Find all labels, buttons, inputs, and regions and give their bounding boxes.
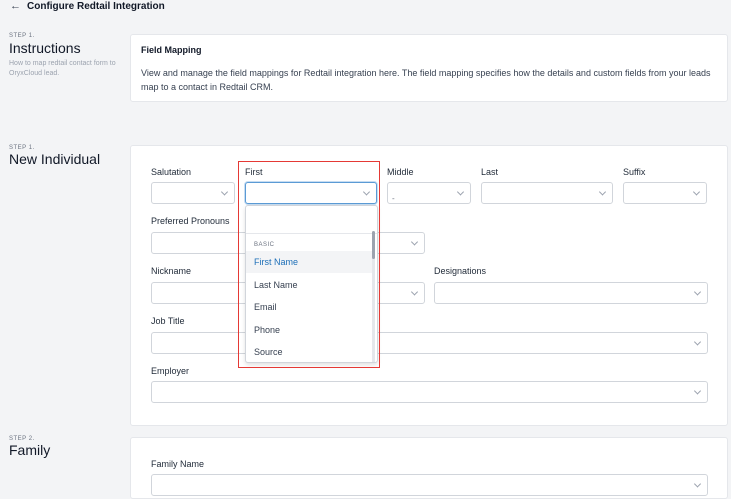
dropdown-search-input[interactable]: [250, 212, 374, 232]
dropdown-option-email[interactable]: Email: [246, 296, 374, 318]
chevron-down-icon: [692, 188, 701, 196]
section-title-instructions: Instructions: [9, 40, 81, 56]
designations-label: Designations: [434, 266, 487, 276]
chevron-down-icon: [693, 338, 702, 346]
dropdown-option-last-name[interactable]: Last Name: [246, 274, 374, 296]
nickname-label: Nickname: [151, 266, 192, 276]
last-label: Last: [481, 167, 499, 177]
job-title-label: Job Title: [151, 316, 185, 326]
designations-select[interactable]: [434, 282, 708, 304]
dropdown-option-source[interactable]: Source: [246, 341, 374, 362]
field-mapping-text: View and manage the field mappings for R…: [141, 68, 711, 92]
field-mapping-title: Field Mapping: [141, 45, 202, 55]
last-select[interactable]: [481, 182, 613, 204]
employer-select[interactable]: [151, 381, 708, 403]
salutation-select[interactable]: [151, 182, 235, 204]
divider: [246, 233, 377, 234]
chevron-down-icon: [362, 188, 371, 196]
dropdown-group-label: BASIC: [254, 242, 275, 248]
family-name-label: Family Name: [151, 459, 205, 469]
chevron-down-icon: [693, 387, 702, 395]
family-name-select[interactable]: [151, 474, 708, 496]
dropdown-scrollbar-track[interactable]: [372, 251, 375, 362]
employer-label: Employer: [151, 366, 190, 376]
suffix-label: Suffix: [623, 167, 646, 177]
middle-label: Middle: [387, 167, 414, 177]
dropdown-option-phone[interactable]: Phone: [246, 319, 374, 341]
preferred-pronouns-label: Preferred Pronouns: [151, 216, 230, 226]
salutation-label: Salutation: [151, 167, 192, 177]
section-title-family: Family: [9, 442, 51, 458]
chevron-down-icon: [410, 238, 419, 246]
first-label: First: [245, 167, 263, 177]
dropdown-scrollbar-thumb[interactable]: [372, 231, 375, 259]
dropdown-option-first-name[interactable]: First Name: [246, 251, 374, 273]
job-title-select[interactable]: [151, 332, 708, 354]
suffix-select[interactable]: [623, 182, 707, 204]
first-dropdown-menu: BASIC First Name Last Name Email Phone S…: [245, 205, 378, 363]
chevron-down-icon: [693, 480, 702, 488]
chevron-down-icon: [220, 188, 229, 196]
chevron-down-icon: [410, 288, 419, 296]
middle-select[interactable]: -: [387, 182, 471, 204]
chevron-down-icon: [456, 188, 465, 196]
step-label: STEP 1.: [9, 33, 35, 39]
back-arrow-icon[interactable]: ←: [10, 0, 21, 12]
first-select[interactable]: [245, 182, 377, 204]
page-title: Configure Redtail Integration: [27, 1, 165, 12]
section-title-new-individual: New Individual: [9, 151, 101, 167]
chevron-down-icon: [598, 188, 607, 196]
chevron-down-icon: [693, 288, 702, 296]
section-description: How to map redtail contact form to OryxC…: [9, 60, 116, 77]
middle-select-value: -: [392, 194, 395, 203]
